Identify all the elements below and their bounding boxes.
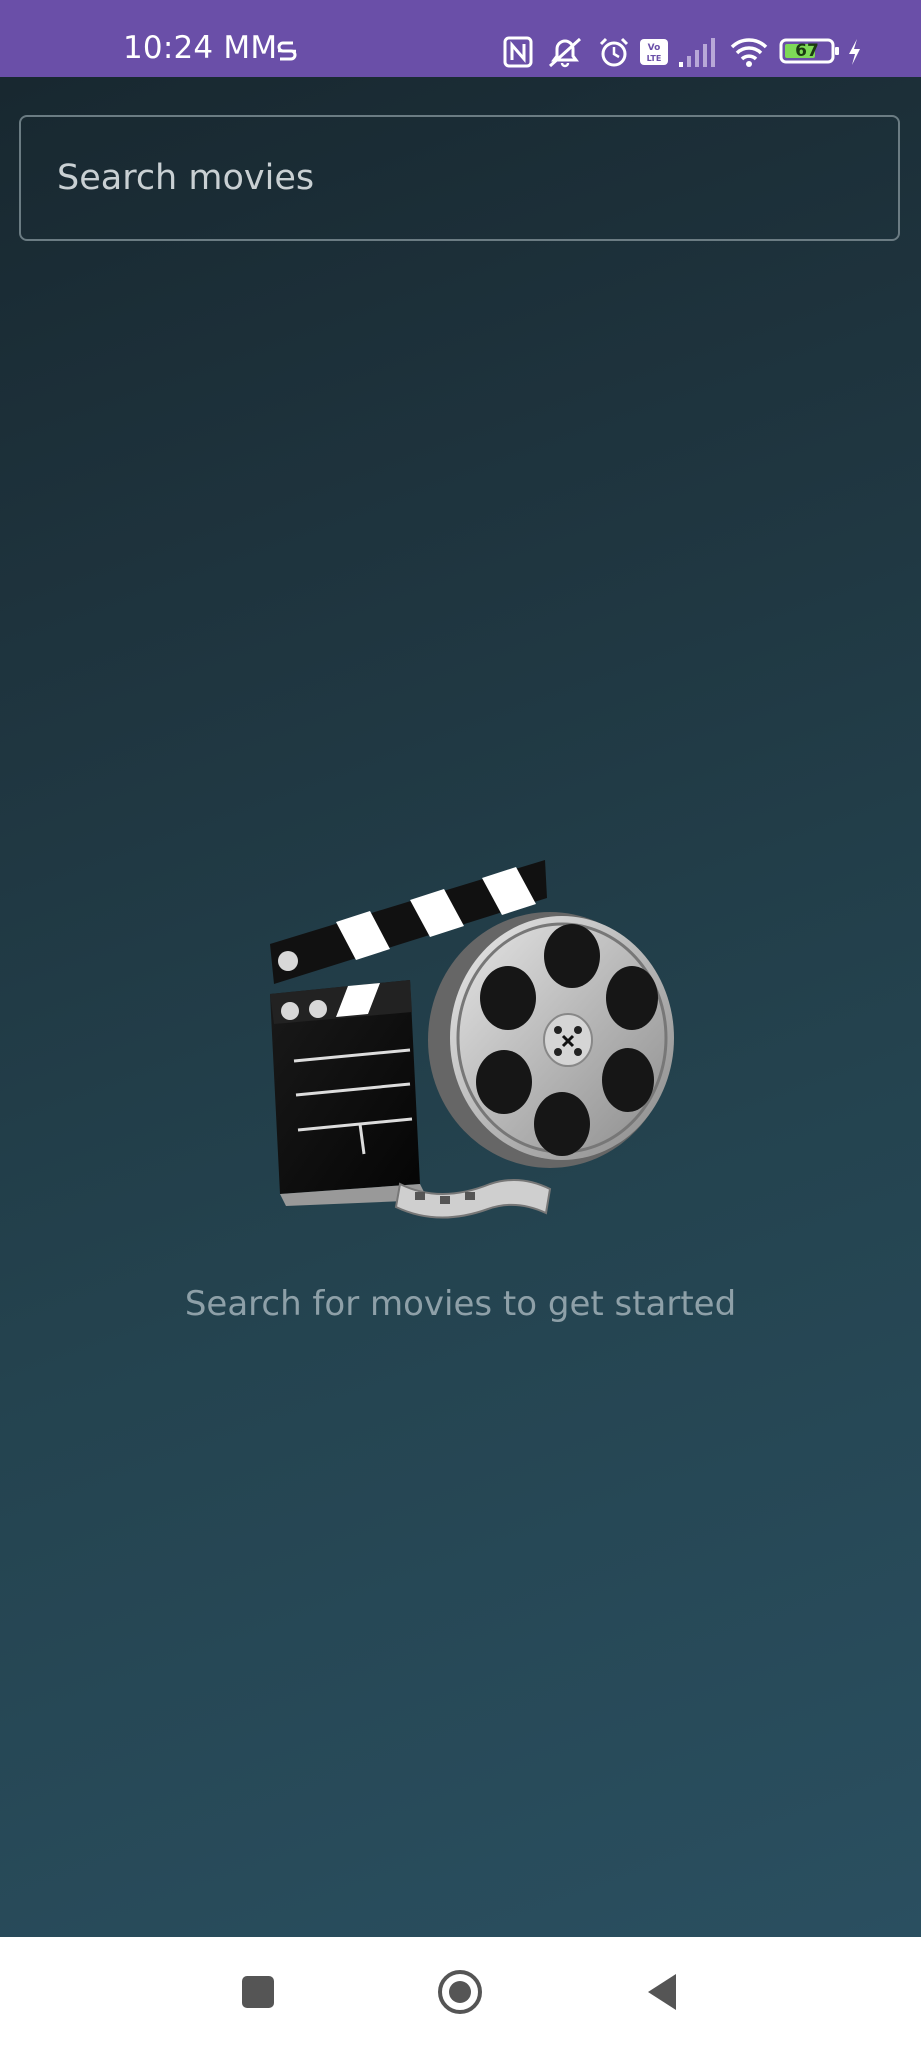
status-time: 10:24 MM [123, 30, 278, 66]
home-circle-icon [438, 1970, 482, 2014]
film-clapper-and-reel-icon [270, 860, 674, 1219]
recents-button[interactable] [228, 1962, 288, 2022]
phone-screen: 10:24 MM Vo LTE 67 Search movies Search … [0, 0, 921, 2048]
status-bar: 10:24 MM Vo LTE 67 [0, 0, 921, 77]
signal-icon [679, 38, 715, 67]
volte-icon: Vo LTE [640, 39, 668, 65]
nfc-icon [503, 36, 533, 68]
notification-s-icon [277, 41, 297, 61]
back-triangle-icon [648, 1974, 676, 2010]
battery-icon: 67 [779, 35, 841, 67]
alarm-icon [599, 37, 629, 67]
app-content: Search for movies to get started [0, 77, 921, 1937]
search-input[interactable] [57, 117, 857, 239]
svg-text:LTE: LTE [647, 54, 662, 63]
search-field[interactable] [19, 115, 900, 241]
wifi-icon [730, 38, 768, 67]
empty-state-message: Search for movies to get started [184, 1284, 737, 1324]
home-button[interactable] [430, 1962, 490, 2022]
battery-level: 67 [795, 41, 819, 61]
recents-square-icon [242, 1976, 274, 2008]
navigation-bar [0, 1937, 921, 2048]
charging-icon [849, 39, 860, 65]
back-button[interactable] [632, 1962, 692, 2022]
mute-icon [548, 37, 582, 68]
svg-text:Vo: Vo [648, 43, 661, 53]
